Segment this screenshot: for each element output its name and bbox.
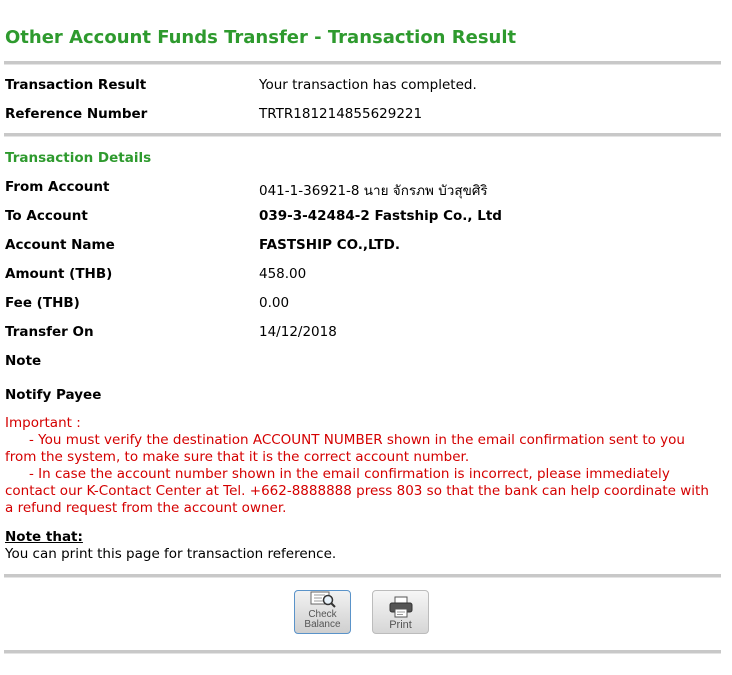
printer-icon [387, 596, 415, 619]
from-account-label: From Account [5, 179, 110, 195]
print-button[interactable]: Print [372, 590, 429, 634]
transaction-details-heading: Transaction Details [5, 150, 152, 166]
important-notice: Important : - You must verify the destin… [5, 415, 717, 517]
fee-label: Fee (THB) [5, 295, 80, 311]
reference-number-label: Reference Number [5, 106, 148, 122]
to-account-label: To Account [5, 208, 88, 224]
transfer-on-label: Transfer On [5, 324, 94, 340]
important-heading: Important : [5, 415, 81, 431]
note-title: Note that: [5, 529, 83, 545]
account-name-value: FASTSHIP CO.,LTD. [259, 237, 400, 253]
check-balance-button[interactable]: Check Balance [294, 590, 351, 634]
important-line-2: - In case the account number shown in th… [5, 466, 709, 516]
fee-value: 0.00 [259, 295, 290, 311]
note-label: Note [5, 353, 42, 369]
notify-payee-label: Notify Payee [5, 387, 102, 403]
important-line-1: - You must verify the destination ACCOUN… [5, 432, 685, 465]
note-text: You can print this page for transaction … [5, 546, 337, 562]
print-label: Print [389, 619, 412, 631]
from-account-value: 041-1-36921-8 นาย จักรภพ บัวสุขศิริ [259, 183, 488, 199]
transfer-on-value: 14/12/2018 [259, 324, 337, 340]
amount-value: 458.00 [259, 266, 307, 282]
divider [4, 574, 721, 578]
divider [4, 61, 721, 65]
account-name-label: Account Name [5, 237, 115, 253]
check-balance-icon [308, 591, 338, 610]
divider [4, 133, 721, 137]
transaction-result-value: Your transaction has completed. [259, 77, 477, 93]
transaction-result-label: Transaction Result [5, 77, 147, 93]
to-account-value: 039-3-42484-2 Fastship Co., Ltd [259, 208, 502, 224]
divider [4, 650, 721, 654]
reference-number-value: TRTR181214855629221 [259, 106, 423, 122]
amount-label: Amount (THB) [5, 266, 113, 282]
page-title: Other Account Funds Transfer - Transacti… [5, 27, 517, 48]
check-balance-label-line2: Balance [304, 619, 341, 630]
